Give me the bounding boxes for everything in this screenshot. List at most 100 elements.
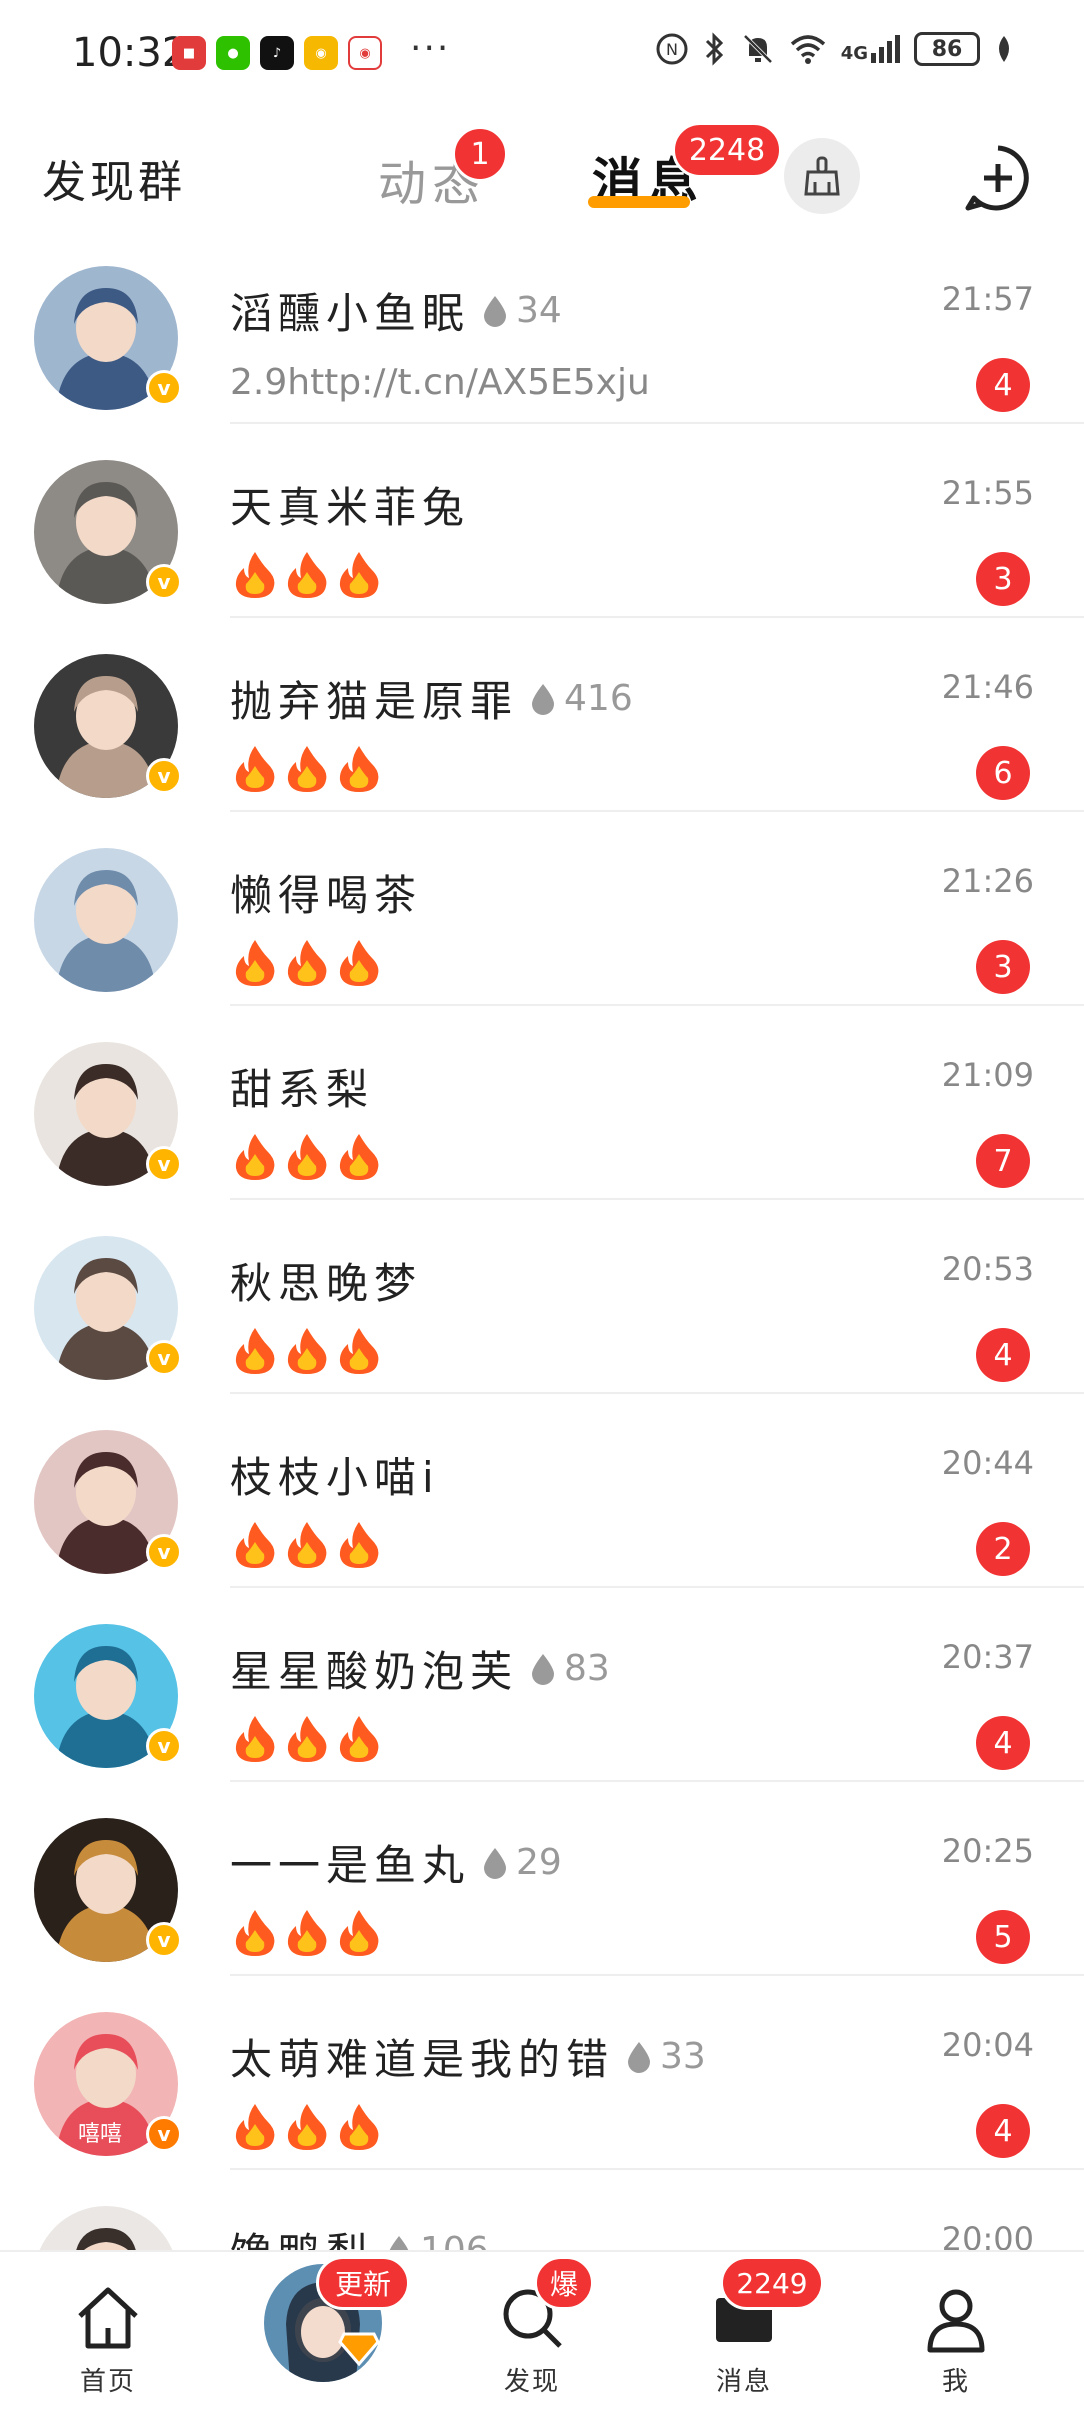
clear-unread-button[interactable]	[784, 138, 860, 214]
drop-count: 33	[660, 2036, 706, 2077]
conversation-row[interactable]: v 星星酸奶泡芙 83 20:37 4	[0, 1588, 1084, 1782]
conversation-row[interactable]: 馋鸭梨10620:004	[0, 2170, 1084, 2250]
conversation-row[interactable]: 嘻嘻 v 太萌难道是我的错 33 20:04 4	[0, 1976, 1084, 2170]
message-time: 20:44	[941, 1444, 1034, 1482]
fire-icon	[235, 2104, 275, 2150]
contact-name: 抛弃猫是原罪	[230, 677, 519, 726]
conversation-row[interactable]: v 枝枝小喵i 20:44 2	[0, 1394, 1084, 1588]
drop-count: 83	[564, 1648, 610, 1689]
drop-icon	[484, 1847, 507, 1879]
fire-icon	[287, 1716, 327, 1762]
drop-icon	[389, 2235, 409, 2250]
tab-me-label: 我	[941, 2367, 970, 2397]
fire-streak	[232, 938, 382, 988]
fire-icon	[235, 1716, 275, 1762]
verified-badge: v	[146, 564, 182, 600]
new-chat-button[interactable]	[960, 140, 1036, 216]
center-update-badge: 更新	[316, 2256, 410, 2310]
name-row: 一一是鱼丸 29	[230, 1832, 562, 1893]
conversation-row[interactable]: 懒得喝茶 21:26 3	[0, 812, 1084, 1006]
battery-level: 86	[931, 36, 963, 62]
name-row: 太萌难道是我的错 33	[230, 2026, 706, 2087]
name-row: 秋思晚梦	[230, 1250, 422, 1311]
tab-message-label: 消息	[715, 2367, 772, 2397]
nfc-icon: N	[656, 33, 688, 65]
fire-icon	[287, 1134, 327, 1180]
unread-badge: 4	[976, 1328, 1030, 1382]
contact-name: 秋思晚梦	[230, 1259, 423, 1308]
home-icon	[78, 2287, 138, 2349]
fire-icon	[287, 1522, 327, 1568]
name-row: 星星酸奶泡芙 83	[230, 1638, 610, 1699]
huawei-app-icon: ■	[172, 36, 206, 70]
fire-streak	[232, 1714, 382, 1764]
fire-icon	[339, 940, 379, 986]
battery-indicator: 86	[914, 32, 980, 66]
fire-streak	[232, 2102, 382, 2152]
fire-icon	[287, 1328, 327, 1374]
status-right-icons: N 4G 86	[655, 32, 1014, 66]
message-time: 20:37	[941, 1638, 1034, 1676]
conversation-row[interactable]: v 甜系梨 21:09 7	[0, 1006, 1084, 1200]
name-row: 懒得喝茶	[230, 862, 422, 923]
fire-icon	[339, 1328, 379, 1374]
status-bar: 10:32 ■ ● ♪ ◉ ◉ ··· N 4G 86	[0, 0, 1084, 110]
fire-icon	[235, 552, 275, 598]
message-time: 21:55	[941, 474, 1034, 512]
fire-streak	[232, 1132, 382, 1182]
fire-icon	[287, 746, 327, 792]
tab-home[interactable]: 首页	[28, 2252, 188, 2412]
tab-me[interactable]: 我	[876, 2252, 1036, 2412]
verified-badge: v	[146, 1534, 182, 1570]
avatar[interactable]	[34, 848, 178, 992]
status-more-dots: ···	[410, 28, 451, 69]
status-time: 10:32	[72, 30, 188, 76]
drop-icon	[484, 295, 507, 327]
fire-icon	[287, 2104, 327, 2150]
broom-icon	[804, 156, 840, 196]
message-time: 21:09	[941, 1056, 1034, 1094]
drop-icon	[532, 683, 555, 715]
top-nav: 发现群 动态 1 消息 2248	[0, 110, 1084, 240]
name-row: 甜系梨	[230, 1056, 374, 1117]
fire-icon	[339, 552, 379, 598]
mute-bell-icon	[743, 34, 773, 64]
contact-name: 天真米菲兔	[230, 483, 471, 532]
message-count-badge: 2249	[720, 2256, 824, 2310]
fire-icon	[339, 1134, 379, 1180]
unread-badge: 5	[976, 1910, 1030, 1964]
unread-badge: 7	[976, 1134, 1030, 1188]
contact-name: 星星酸奶泡芙	[230, 1647, 519, 1696]
conversation-row[interactable]: v 抛弃猫是原罪 416 21:46 6	[0, 618, 1084, 812]
verified-badge: v	[146, 1728, 182, 1764]
conversation-row[interactable]: v 滔醺小鱼眠 34 21:57 2.9http://t.cn/AX5E5xju 4	[0, 240, 1084, 424]
name-row: 滔醺小鱼眠 34	[230, 280, 562, 341]
fire-icon	[235, 1328, 275, 1374]
fire-icon	[287, 552, 327, 598]
user-icon	[927, 2289, 985, 2353]
conversation-row[interactable]: v 秋思晚梦 20:53 4	[0, 1200, 1084, 1394]
conversation-row[interactable]: v 一一是鱼丸 29 20:25 5	[0, 1782, 1084, 1976]
conversation-list[interactable]: v 滔醺小鱼眠 34 21:57 2.9http://t.cn/AX5E5xju 4 v 天真…	[0, 240, 1084, 2250]
bluetooth-icon	[705, 32, 723, 66]
leaf-icon	[999, 36, 1009, 62]
message-time: 21:57	[941, 280, 1034, 318]
discover-group-link[interactable]: 发现群	[42, 146, 186, 210]
verified-badge: v	[146, 2116, 182, 2152]
wifi-icon	[790, 35, 825, 64]
conversation-row[interactable]: v 天真米菲兔 21:55 3	[0, 424, 1084, 618]
contact-name: 馋鸭梨	[230, 2220, 374, 2250]
unread-badge: 3	[976, 552, 1030, 606]
verified-badge: v	[146, 758, 182, 794]
avatar[interactable]	[34, 2206, 178, 2250]
fire-icon	[339, 1910, 379, 1956]
contact-name: 懒得喝茶	[230, 871, 423, 920]
unread-badge: 4	[976, 2104, 1030, 2158]
message-time: 20:25	[941, 1832, 1034, 1870]
contact-name: 甜系梨	[230, 1065, 375, 1114]
fire-icon	[235, 940, 275, 986]
drop-count: 106	[420, 2230, 489, 2250]
drop-icon	[532, 1653, 555, 1685]
message-preview: 2.9http://t.cn/AX5E5xju	[230, 362, 650, 403]
avatar-image	[34, 848, 178, 992]
